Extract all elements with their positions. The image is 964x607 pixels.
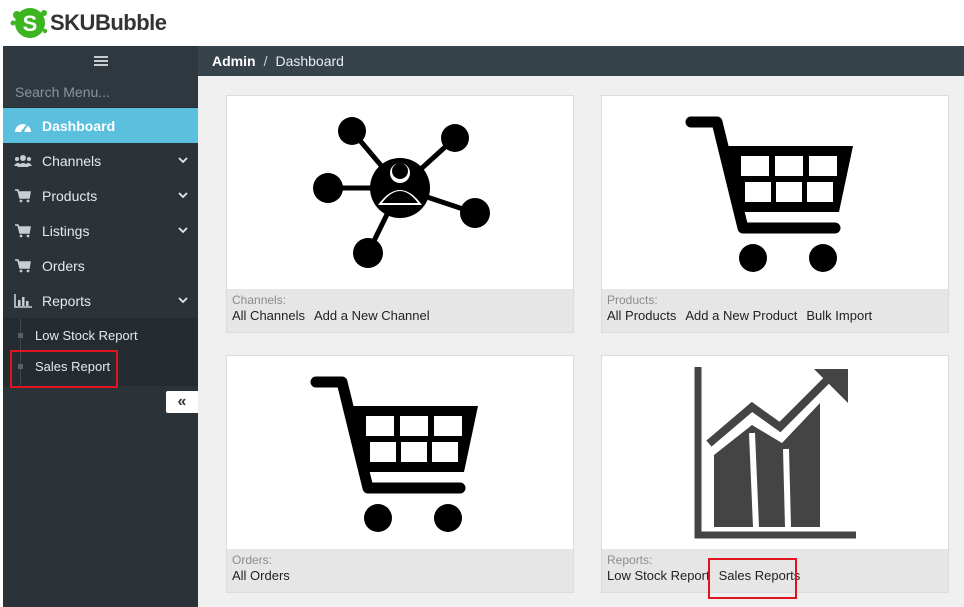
sidebar: Search Menu... Dashboard Channels Produc… [3, 46, 198, 607]
breadcrumb: Admin / Dashboard [198, 46, 964, 76]
bullet-icon [18, 333, 23, 338]
chevron-down-icon [178, 297, 188, 304]
card-title: Products: [607, 293, 658, 307]
card-footer: Orders: All Orders [227, 549, 573, 592]
chevron-down-icon [178, 227, 188, 234]
bar-chart-icon [14, 293, 32, 309]
sidebar-item-label: Dashboard [42, 117, 116, 134]
hamburger-icon[interactable] [3, 46, 198, 76]
breadcrumb-current: Dashboard [275, 53, 344, 69]
sidebar-item-label: Orders [42, 257, 85, 274]
card-title: Orders: [232, 553, 273, 567]
link-low-stock-report[interactable]: Low Stock Report [607, 568, 710, 583]
svg-text:S: S [23, 11, 38, 36]
search-menu-input[interactable]: Search Menu... [3, 76, 198, 108]
reports-submenu: Low Stock Report Sales Report [3, 318, 198, 386]
sidebar-item-orders[interactable]: Orders [3, 248, 198, 283]
sidebar-item-listings[interactable]: Listings [3, 213, 198, 248]
chevron-down-icon [178, 192, 188, 199]
card-title: Reports: [607, 553, 653, 567]
collapse-sidebar-button[interactable]: « [166, 391, 198, 413]
logo-badge-icon: S [8, 5, 50, 41]
submenu-item-label: Sales Report [35, 359, 111, 374]
link-add-new-product[interactable]: Add a New Product [685, 308, 797, 323]
dashboard-main: Channels: All Channels Add a New Channel [198, 76, 964, 607]
card-footer: Products: All Products Add a New Product B… [602, 289, 948, 332]
card-title: Channels: [232, 293, 287, 307]
card-channels: Channels: All Channels Add a New Channel [226, 95, 574, 333]
dashboard-icon [14, 118, 32, 134]
card-footer: Channels: All Channels Add a New Channel [227, 289, 573, 332]
sidebar-item-channels[interactable]: Channels [3, 143, 198, 178]
sidebar-item-label: Reports [42, 292, 92, 309]
link-sales-reports[interactable]: Sales Reports [719, 568, 801, 583]
sidebar-item-label: Products [42, 187, 98, 204]
cart-icon [14, 258, 32, 274]
card-orders: Orders: All Orders [226, 355, 574, 593]
network-people-icon[interactable] [227, 96, 573, 290]
card-footer: Reports: Low Stock Report Sales Reports [602, 549, 948, 592]
sidebar-item-label: Listings [42, 222, 90, 239]
sidebar-item-products[interactable]: Products [3, 178, 198, 213]
sidebar-item-dashboard[interactable]: Dashboard [3, 108, 198, 143]
growth-chart-icon[interactable] [602, 356, 948, 550]
link-all-channels[interactable]: All Channels [232, 308, 305, 323]
submenu-item-label: Low Stock Report [35, 328, 138, 343]
sidebar-item-label: Channels [42, 152, 102, 169]
cart-icon [14, 188, 32, 204]
link-bulk-import[interactable]: Bulk Import [806, 308, 872, 323]
breadcrumb-separator: / [263, 53, 268, 69]
chevron-down-icon [178, 157, 188, 164]
link-all-orders[interactable]: All Orders [232, 568, 290, 583]
sidebar-item-reports[interactable]: Reports [3, 283, 198, 318]
submenu-item-low-stock-report[interactable]: Low Stock Report [3, 320, 198, 351]
submenu-item-sales-report[interactable]: Sales Report [3, 351, 198, 382]
link-add-new-channel[interactable]: Add a New Channel [314, 308, 430, 323]
breadcrumb-admin[interactable]: Admin [212, 53, 256, 69]
users-icon [14, 153, 32, 169]
card-products: Products: All Products Add a New Product B… [601, 95, 949, 333]
cart-icon [14, 223, 32, 239]
bullet-icon [18, 364, 23, 369]
brand-logo[interactable]: S SKUBubble [8, 4, 167, 42]
card-reports: Reports: Low Stock Report Sales Reports [601, 355, 949, 593]
brand-name: SKUBubble [50, 10, 167, 35]
top-bar: S SKUBubble [0, 0, 964, 46]
link-all-products[interactable]: All Products [607, 308, 676, 323]
shopping-cart-icon[interactable] [602, 96, 948, 290]
shopping-cart-icon[interactable] [227, 356, 573, 550]
